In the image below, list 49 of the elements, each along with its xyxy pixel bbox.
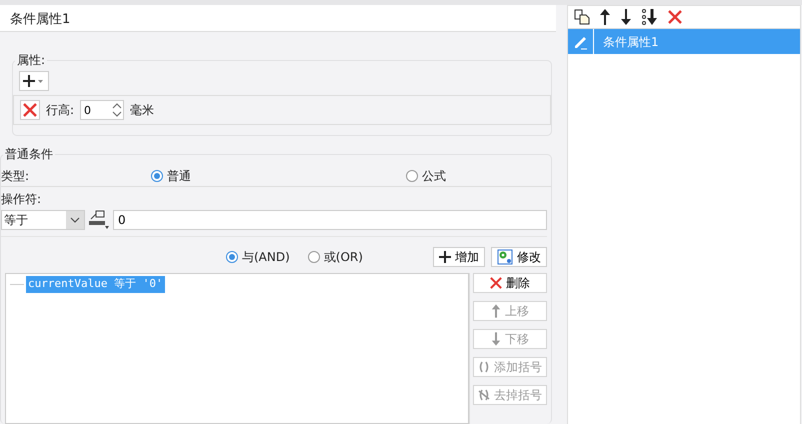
group-legend: 普通条件 xyxy=(3,146,55,162)
plus-icon xyxy=(23,75,45,87)
close-icon xyxy=(23,103,37,117)
modify-button[interactable]: 修改 xyxy=(491,247,547,267)
spin-arrows-icon xyxy=(111,101,124,119)
row-height-label: 行高: xyxy=(46,102,74,119)
arrow-down-icon xyxy=(620,9,632,25)
radio-label: 公式 xyxy=(422,168,446,184)
radio-option[interactable]: 公式 xyxy=(406,166,661,184)
move-bottom-icon xyxy=(641,9,659,25)
list-item-label: 条件属性1 xyxy=(603,34,659,50)
group-legend: 属性: xyxy=(15,52,48,68)
plus-icon xyxy=(439,251,451,263)
close-icon xyxy=(490,277,502,289)
copy-button[interactable] xyxy=(574,9,590,25)
radio-option[interactable]: 或(OR) xyxy=(308,248,363,266)
parentheses-icon xyxy=(478,361,490,373)
radio-label: 与(AND) xyxy=(242,249,290,266)
move-bottom-button[interactable] xyxy=(641,9,659,25)
radio-option[interactable]: 普通 xyxy=(151,166,406,184)
operator-dropdown[interactable]: 等于 xyxy=(1,210,85,230)
unit-label: 毫米 xyxy=(130,102,154,119)
add-dropdown-button[interactable] xyxy=(19,71,49,91)
delete-button[interactable] xyxy=(668,10,682,24)
move-up-button[interactable] xyxy=(599,9,611,25)
radio-option[interactable]: 与(AND) xyxy=(226,248,290,266)
remove-parentheses-icon xyxy=(478,389,490,401)
radio-button[interactable] xyxy=(226,251,238,263)
text-type-icon[interactable] xyxy=(88,210,110,230)
delete-button[interactable]: 删除 xyxy=(473,273,547,293)
type-label: 类型: xyxy=(1,168,30,184)
value-field[interactable]: 0 xyxy=(113,210,547,230)
row-height-spinner[interactable]: 0 xyxy=(80,100,124,120)
close-icon xyxy=(668,10,682,24)
arrow-down-icon xyxy=(491,332,501,346)
delete-button[interactable] xyxy=(20,100,40,120)
move-down-button[interactable] xyxy=(620,9,632,25)
radio-button[interactable] xyxy=(406,170,418,182)
chevron-down-icon xyxy=(70,217,80,223)
panel-title: 条件属性1 xyxy=(0,5,556,32)
operator-label: 操作符: xyxy=(1,191,42,208)
radio-button[interactable] xyxy=(151,170,163,182)
radio-button[interactable] xyxy=(308,251,320,263)
arrow-up-icon xyxy=(491,304,501,318)
add-button[interactable]: 增加 xyxy=(433,247,485,267)
arrow-up-icon xyxy=(599,9,611,25)
radio-label: 普通 xyxy=(167,168,191,184)
copy-icon xyxy=(574,9,590,25)
radio-label: 或(OR) xyxy=(324,249,363,266)
